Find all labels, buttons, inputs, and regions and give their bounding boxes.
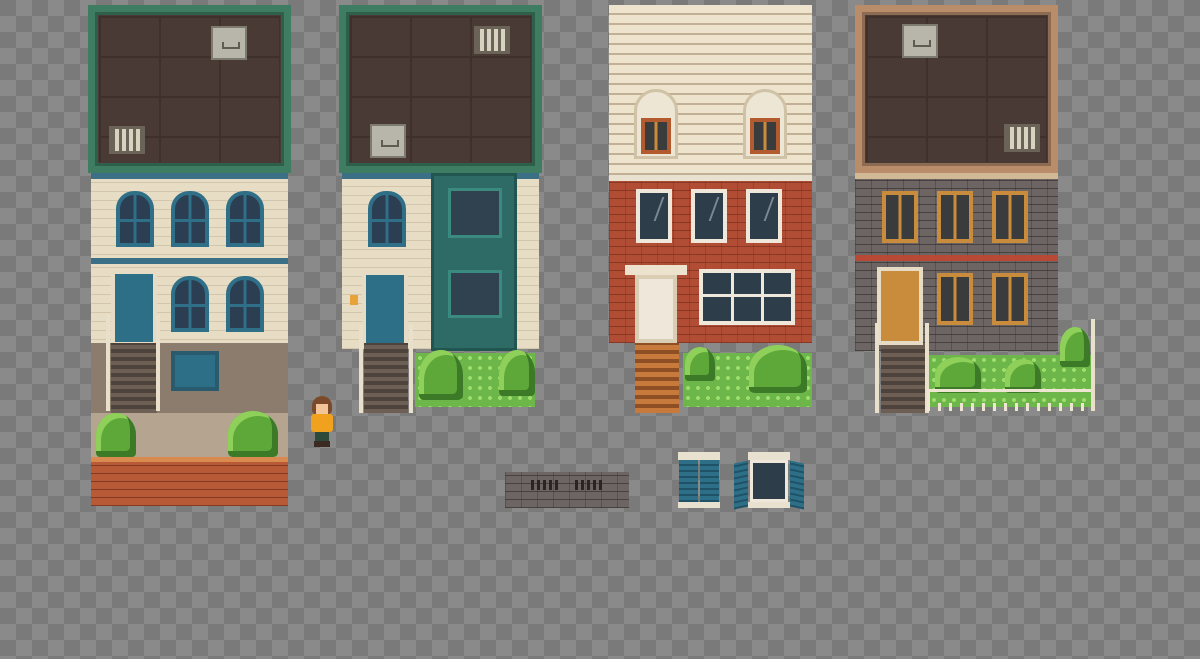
townhouse-3 — [609, 5, 812, 415]
shutter — [790, 460, 804, 510]
window — [992, 273, 1028, 325]
dormer — [634, 89, 678, 159]
window — [691, 189, 727, 243]
fern-plant — [96, 413, 136, 457]
railing — [156, 315, 160, 411]
lower-facade — [91, 258, 288, 349]
character-shoes — [314, 441, 330, 447]
upper-facade — [91, 173, 288, 264]
upper-facade — [609, 181, 812, 263]
window — [746, 189, 782, 243]
basement-vent-icon — [531, 480, 561, 490]
railing — [875, 323, 879, 413]
window — [636, 189, 672, 243]
railing — [106, 315, 110, 411]
character-face — [316, 404, 328, 414]
roof-hatch-icon — [211, 26, 247, 60]
window — [171, 191, 209, 247]
townhouse-1 — [88, 5, 291, 506]
fern-plant — [499, 350, 535, 396]
bush — [685, 347, 715, 381]
roof-vent-icon — [1004, 124, 1040, 152]
window-pane — [750, 460, 788, 502]
roof-vent-icon — [109, 126, 145, 154]
window — [368, 191, 406, 247]
roof-vent-icon — [474, 26, 510, 54]
dormer-window — [750, 118, 780, 154]
garden-fence — [927, 389, 1095, 411]
railing — [359, 325, 363, 413]
roof-hatch-icon — [902, 24, 938, 58]
window — [226, 276, 264, 332]
door-canopy — [625, 265, 687, 275]
roof-hatch-icon — [370, 124, 406, 158]
dormer — [743, 89, 787, 159]
window-shutters-open — [734, 452, 804, 510]
front-stairs — [364, 343, 408, 413]
fern-plant — [228, 411, 278, 457]
player-character-icon[interactable] — [309, 396, 335, 448]
bay-pane — [448, 270, 502, 318]
front-door[interactable] — [111, 270, 157, 346]
wall-lamp-icon — [350, 295, 358, 305]
shutter — [700, 460, 719, 502]
shutter — [679, 460, 698, 502]
bush — [1005, 359, 1041, 393]
flat-roof — [339, 5, 542, 173]
window — [937, 191, 973, 243]
front-door[interactable] — [635, 275, 677, 343]
window — [937, 273, 973, 325]
window — [116, 191, 154, 247]
window — [992, 191, 1028, 243]
flat-roof — [855, 5, 1058, 173]
basement-wall-prop — [505, 472, 629, 508]
brick-planter — [91, 457, 288, 506]
window — [882, 191, 918, 243]
front-door[interactable] — [877, 267, 923, 345]
lower-facade — [609, 263, 812, 343]
railing — [409, 325, 413, 413]
bush — [419, 350, 463, 400]
bush — [935, 357, 981, 393]
shutter — [734, 460, 748, 510]
bay-pane — [448, 188, 502, 238]
basement-level — [91, 343, 288, 413]
basement-door[interactable] — [171, 351, 219, 391]
dormer-window — [641, 118, 671, 154]
pitched-roof — [609, 5, 812, 181]
large-window — [699, 269, 795, 325]
bay-window — [431, 173, 517, 351]
window-shutters-closed — [678, 452, 720, 508]
front-door[interactable] — [362, 271, 408, 349]
basement-vent-icon — [575, 480, 605, 490]
fence-post — [1091, 319, 1095, 411]
window — [226, 191, 264, 247]
tileset-canvas: { "scene": { "title": "", "background": … — [0, 0, 1200, 659]
front-stairs — [111, 343, 157, 413]
tree — [749, 345, 807, 393]
upper-facade — [855, 173, 1058, 261]
lower-facade — [855, 255, 1058, 351]
fern-plant — [1060, 327, 1090, 367]
flat-roof — [88, 5, 291, 173]
townhouse-4 — [855, 5, 1097, 415]
window — [171, 276, 209, 332]
townhouse-2 — [339, 5, 542, 415]
character-shirt — [311, 414, 333, 432]
front-stairs — [881, 345, 925, 413]
front-stairs — [635, 343, 679, 413]
